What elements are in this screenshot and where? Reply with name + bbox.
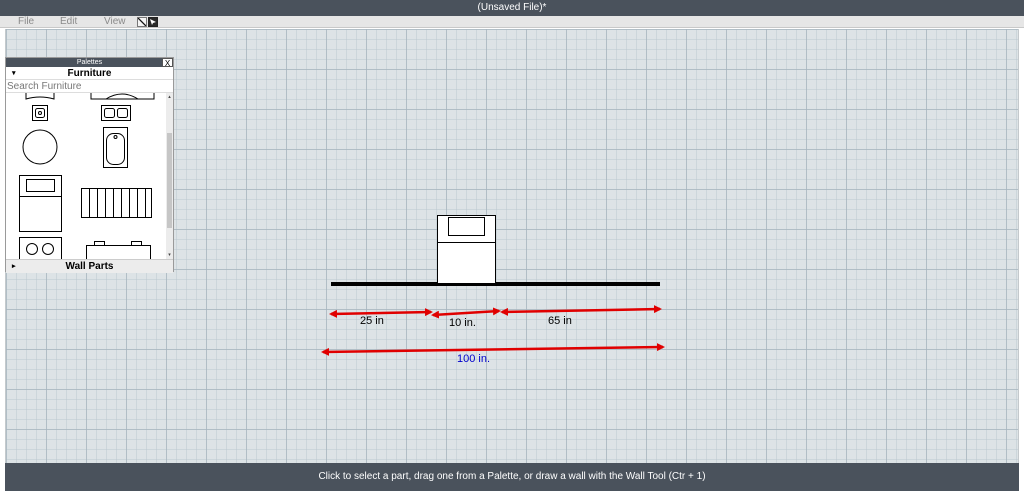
palette-scrollbar[interactable]: ▴ ▾ — [166, 93, 173, 259]
dimension-line-25[interactable] — [329, 308, 433, 318]
palettes-panel[interactable]: Palettes X ▾ Furniture Search Furniture … — [5, 57, 174, 273]
furniture-section-header[interactable]: ▾ Furniture — [6, 67, 173, 80]
wall-tool-icon[interactable] — [137, 17, 147, 27]
dimension-label-25: 25 in — [360, 315, 384, 327]
menu-edit[interactable]: Edit — [60, 16, 77, 28]
round-table-icon[interactable] — [22, 129, 58, 165]
bed-icon[interactable] — [19, 175, 62, 232]
stove-icon[interactable] — [19, 237, 62, 260]
dimension-label-10: 10 in. — [449, 317, 476, 329]
search-furniture-input[interactable] — [6, 80, 173, 93]
palette-title-text: Palettes — [76, 59, 103, 66]
chevron-down-icon[interactable]: ▾ — [12, 67, 16, 80]
scroll-down-icon[interactable]: ▾ — [166, 251, 173, 259]
stove-item[interactable] — [437, 215, 496, 284]
vanity-icon[interactable] — [25, 93, 55, 100]
scroll-up-icon[interactable]: ▴ — [166, 93, 173, 101]
dimension-label-100: 100 in. — [457, 353, 490, 365]
dimension-line-100[interactable] — [321, 343, 665, 356]
status-bar: Click to select a part, drag one from a … — [5, 463, 1019, 491]
sofa-icon[interactable] — [81, 188, 152, 218]
double-sink-icon[interactable] — [101, 105, 131, 121]
dimension-label-65: 65 in — [548, 315, 572, 327]
menu-view[interactable]: View — [104, 16, 126, 28]
furniture-grid: ▴ ▾ — [6, 93, 173, 259]
menu-bar: File Edit View — [0, 16, 1024, 28]
scroll-thumb[interactable] — [167, 133, 172, 228]
bathtub-icon[interactable] — [103, 127, 128, 168]
window-title: (Unsaved File)* — [0, 0, 1024, 16]
dimension-line-10[interactable] — [431, 307, 501, 319]
dining-table-icon[interactable] — [86, 241, 151, 260]
sink-icon[interactable] — [32, 105, 48, 121]
furniture-section-label: Furniture — [67, 68, 112, 79]
chevron-right-icon[interactable]: ▸ — [12, 260, 16, 274]
palette-title: Palettes X — [6, 58, 173, 68]
select-tool-icon[interactable] — [148, 17, 158, 27]
close-icon[interactable]: X — [162, 58, 173, 68]
wallparts-section-label: Wall Parts — [65, 261, 114, 272]
wallparts-section-header[interactable]: ▸ Wall Parts — [6, 259, 173, 273]
double-vanity-icon[interactable] — [90, 93, 155, 100]
dimension-line-65[interactable] — [500, 305, 662, 316]
menu-file[interactable]: File — [18, 16, 34, 28]
bottom-margin — [0, 491, 1024, 501]
